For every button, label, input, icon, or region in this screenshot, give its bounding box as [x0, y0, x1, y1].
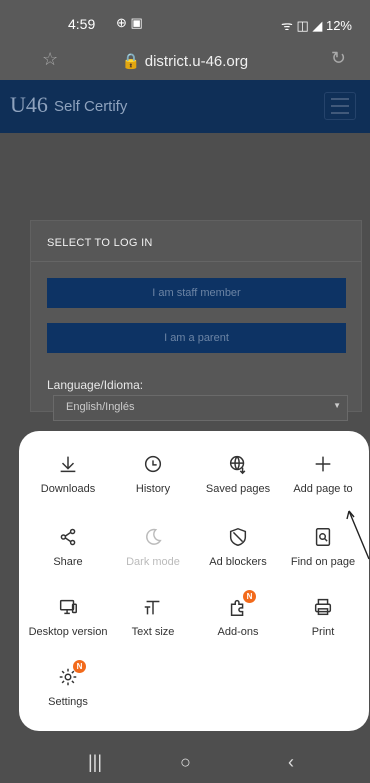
- menu-item-dark-mode[interactable]: Dark mode: [110, 526, 196, 569]
- globe-download-icon: [195, 453, 281, 477]
- app-title: Self Certify: [54, 98, 128, 115]
- download-icon: [25, 453, 111, 477]
- menu-item-text-size[interactable]: Text size: [110, 596, 196, 639]
- lock-icon: 🔒: [121, 53, 141, 70]
- url-field[interactable]: 🔒 district.u-46.org: [0, 52, 370, 70]
- login-card: SELECT TO LOG IN I am staff member I am …: [30, 220, 362, 412]
- menu-item-saved-pages[interactable]: Saved pages: [195, 453, 281, 496]
- u46-logo: U46: [10, 92, 48, 117]
- menu-item-history[interactable]: History: [110, 453, 196, 496]
- menu-item-add-ons[interactable]: N Add-ons: [195, 590, 281, 639]
- status-bar: 4:59 ⊕ ▣ ᯤ ◫ ◢ 12%: [0, 0, 370, 40]
- menu-item-print[interactable]: Print: [280, 596, 366, 639]
- new-badge: N: [243, 590, 256, 603]
- menu-item-settings[interactable]: N Settings: [25, 660, 111, 709]
- desktop-icon: [25, 596, 111, 620]
- card-title: SELECT TO LOG IN: [47, 237, 153, 249]
- language-label: Language/Idioma:: [47, 378, 144, 392]
- gear-icon: [25, 666, 111, 690]
- puzzle-icon: [195, 596, 281, 620]
- battery-status: ᯤ ◫ ◢ 12%: [280, 18, 352, 33]
- app-header: U46 Self Certify: [0, 80, 370, 133]
- language-select-value: English/Inglés: [66, 401, 135, 413]
- language-select[interactable]: English/Inglés ▼: [53, 395, 348, 421]
- card-divider: [31, 261, 361, 262]
- notification-icons: ⊕ ▣: [116, 15, 143, 30]
- system-nav-bar: ||| ○ ‹: [0, 744, 370, 783]
- status-time: 4:59: [68, 16, 96, 32]
- plus-icon: [280, 453, 366, 477]
- menu-hamburger-icon[interactable]: [324, 92, 356, 120]
- back-icon[interactable]: ‹: [288, 752, 294, 773]
- reload-icon[interactable]: ↻: [331, 48, 346, 69]
- menu-item-ad-blockers[interactable]: Ad blockers: [195, 526, 281, 569]
- browser-url-bar: ☆ 🔒 district.u-46.org ↻: [0, 40, 370, 80]
- menu-item-desktop-version[interactable]: Desktop version: [25, 596, 111, 639]
- share-icon: [25, 526, 111, 550]
- print-icon: [280, 596, 366, 620]
- menu-item-add-page-to[interactable]: Add page to: [280, 453, 366, 496]
- new-badge: N: [73, 660, 86, 673]
- annotation-arrow: [346, 510, 370, 560]
- recent-apps-icon[interactable]: |||: [88, 752, 102, 773]
- text-size-icon: [110, 596, 196, 620]
- browser-menu-sheet: Downloads History Saved pages Add page t…: [19, 431, 369, 731]
- staff-member-button[interactable]: I am staff member: [47, 278, 346, 308]
- shield-icon: [195, 526, 281, 550]
- clock-icon: [110, 453, 196, 477]
- parent-button[interactable]: I am a parent: [47, 323, 346, 353]
- dropdown-arrow-icon: ▼: [333, 401, 341, 410]
- menu-item-share[interactable]: Share: [25, 526, 111, 569]
- menu-item-downloads[interactable]: Downloads: [25, 453, 111, 496]
- home-icon[interactable]: ○: [180, 752, 191, 773]
- url-text: district.u-46.org: [144, 53, 249, 70]
- moon-icon: [110, 526, 196, 550]
